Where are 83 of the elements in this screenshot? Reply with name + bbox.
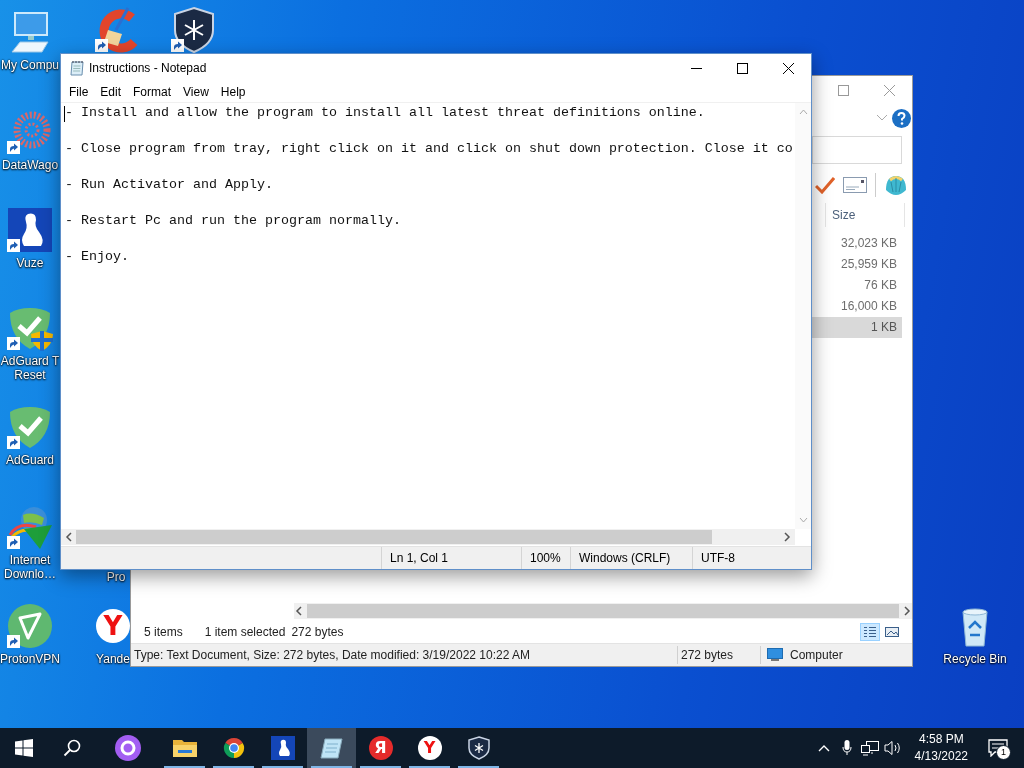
envelope-icon[interactable]: [843, 177, 867, 193]
text-cursor: [64, 106, 65, 122]
shell-icon[interactable]: [884, 174, 908, 196]
file-size-cell[interactable]: 1 KB: [812, 317, 902, 338]
details-text: Type: Text Document, Size: 272 bytes, Date modified: 3/19/2022 10:22 AM: [133, 648, 531, 662]
windows-logo-icon: [15, 739, 33, 757]
triangle-circle-icon[interactable]: [6, 602, 54, 650]
clock-time[interactable]: 4:58 PM: [918, 731, 964, 748]
status-text: 1 item selected: [204, 625, 286, 639]
details-text: 272 bytes: [680, 648, 735, 662]
menu-item[interactable]: View: [177, 83, 215, 101]
notification-badge: 1: [996, 745, 1011, 760]
file-size-cell[interactable]: 76 KB: [812, 275, 902, 296]
icon-label: Recycle Bin: [943, 652, 1007, 666]
notepad-icon: [319, 737, 344, 759]
menu-item[interactable]: Edit: [94, 83, 128, 101]
taskbar-button[interactable]: Y: [405, 728, 454, 768]
details-icon: [863, 626, 877, 638]
scroll-right-icon[interactable]: [783, 532, 791, 542]
status-text: Ln 1, Col 1: [381, 547, 521, 569]
menu-item[interactable]: Help: [214, 83, 252, 101]
chrome-icon: [221, 736, 246, 760]
status-text: 5 items: [144, 625, 183, 639]
clock-date[interactable]: 4/13/2022: [914, 748, 968, 765]
text-line: - Restart Pc and run the program normally.: [65, 212, 402, 230]
picture-view-icon: [885, 626, 899, 638]
icon-label: AdGuard: [6, 453, 54, 467]
icon-label: DataWago: [1, 158, 59, 172]
window-title: Instructions - Notepad: [89, 61, 207, 75]
details-text: Computer: [789, 648, 844, 662]
icon-label: ProtonVPN: [0, 652, 60, 666]
monitor-icon: [767, 648, 783, 662]
icon-label: Vuze: [16, 256, 44, 270]
maximize-icon: [736, 62, 748, 74]
notification-icon: [988, 739, 1008, 757]
search-field[interactable]: [812, 136, 902, 164]
file-size-cell[interactable]: 32,023 KB: [812, 233, 902, 254]
notepad-icon: [69, 60, 85, 76]
scrollbar-thumb[interactable]: [76, 530, 712, 544]
icon-label: My Compu: [1, 58, 59, 72]
status-text: 272 bytes: [291, 625, 344, 639]
text-line: - Install and allow the program to install all latest threat definitions online.: [65, 104, 706, 122]
status-text: UTF-8: [692, 547, 811, 569]
text-line: - Run Activator and Apply.: [65, 176, 274, 194]
chevron-up-icon[interactable]: [818, 744, 831, 752]
icon-label: AdGuard T Reset: [0, 354, 60, 382]
scroll-right-icon[interactable]: [902, 606, 912, 616]
notifications-button[interactable]: 1: [978, 728, 1018, 768]
help-icon[interactable]: [892, 108, 911, 128]
microphone-icon[interactable]: [842, 740, 853, 756]
logo-icon: Y: [417, 736, 442, 760]
icon-label: Internet Downlo…: [4, 553, 56, 581]
column-header[interactable]: Size: [825, 203, 905, 227]
volume-icon[interactable]: [884, 740, 903, 756]
network-icon[interactable]: [861, 740, 880, 756]
maximize-icon: [837, 84, 849, 96]
taskbar-button[interactable]: [307, 728, 356, 768]
checkmark-icon[interactable]: [815, 176, 835, 194]
menu-item[interactable]: File: [63, 83, 95, 101]
taskbar-button[interactable]: Я: [356, 728, 405, 768]
voice-assistant-icon: [115, 735, 141, 761]
logo-icon[interactable]: Y: [96, 609, 130, 643]
icon-label: Yande: [96, 652, 130, 666]
horizontal-scrollbar[interactable]: [294, 603, 912, 619]
shield-icon: [467, 736, 490, 760]
icon-label: Pro: [106, 570, 126, 584]
close-icon: [782, 62, 794, 74]
folder-icon: [172, 738, 197, 758]
file-size-cell[interactable]: 16,000 KB: [812, 296, 902, 317]
scrollbar-thumb[interactable]: [307, 604, 899, 618]
logo-icon: Я: [368, 736, 393, 760]
details-view-button[interactable]: [860, 623, 880, 641]
scroll-left-icon[interactable]: [65, 532, 73, 542]
close-icon: [883, 84, 895, 96]
status-text: 100%: [521, 547, 570, 569]
search-icon: [63, 739, 81, 757]
text-line: - Enjoy.: [65, 248, 130, 266]
text-line: - Close program from tray, right click on it and click on shut down protection. Close it co: [65, 140, 794, 158]
scroll-left-icon[interactable]: [294, 606, 304, 616]
file-size-cell[interactable]: 25,959 KB: [812, 254, 902, 275]
horizontal-scrollbar[interactable]: [61, 529, 795, 545]
menu-item[interactable]: Format: [127, 83, 178, 101]
status-text: Windows (CRLF): [570, 547, 692, 569]
